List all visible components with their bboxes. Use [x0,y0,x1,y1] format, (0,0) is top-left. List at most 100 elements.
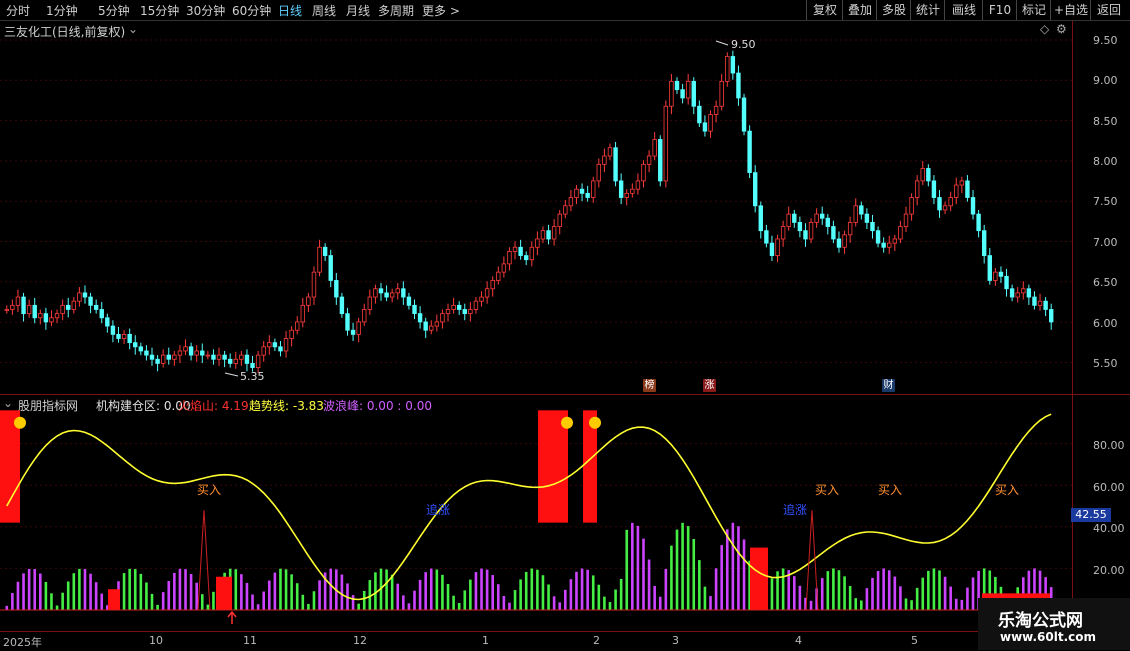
finance-badge[interactable]: 财 [882,379,895,392]
wave-bar [200,594,204,610]
wave-bar [586,569,589,610]
draw-line-button[interactable]: 画线 [944,0,983,20]
mark-button[interactable]: 标记 [1016,0,1051,20]
candle-body [998,271,1004,277]
list-badge[interactable]: 榜 [643,379,656,392]
wave-bar [173,572,176,610]
wave-bar [536,569,539,610]
wave-bar [22,573,25,610]
candle-body [479,296,484,302]
wave-bar [664,568,668,610]
candle-body [965,180,970,198]
wave-bar [558,602,562,610]
wave-bar [686,526,690,610]
candle-body [568,197,574,207]
candle-body [719,80,724,107]
period-tab-15min[interactable]: 15分钟 [140,2,179,19]
candle-body [1026,288,1032,298]
period-tab-more[interactable]: 更多 > [422,2,460,19]
candle-body [166,354,171,360]
wave-bar [39,573,42,610]
wave-bar [519,579,522,610]
wave-bar [374,572,377,610]
candle-body [981,230,987,256]
candle-body [216,354,222,360]
wave-bar [435,569,439,610]
wave-bar [675,529,679,610]
candle-body [786,213,791,227]
period-tab-weekly[interactable]: 周线 [312,2,336,19]
candle-body [814,213,819,223]
wave-bar [832,568,835,610]
candle-body [434,321,440,327]
candle-body [339,296,345,315]
wave-bar [206,604,210,610]
rise-badge[interactable]: 涨 [703,379,716,392]
wave-bar [642,538,645,610]
period-tab-30min[interactable]: 30分钟 [186,2,225,19]
period-tab-daily[interactable]: 日线 [278,2,302,19]
wave-bar [552,596,556,610]
date-tick: 12 [353,634,367,647]
price-tick: 9.50 [1093,34,1118,47]
wave-bar [508,602,511,610]
low-marker-line [224,372,239,377]
candle-body [937,197,942,211]
candle-body [685,80,691,99]
statistics-button[interactable]: 统计 [910,0,945,20]
wave-bar [89,573,92,610]
candle-body [484,288,490,298]
candle-body [127,333,132,344]
buy-signal: 买入 [197,483,222,497]
candle-body [524,255,529,261]
back-button[interactable]: 返回 [1090,0,1127,20]
wave-bar [904,598,908,610]
wave-bar [139,573,143,610]
period-tab-monthly[interactable]: 月线 [346,2,370,19]
candle-body [160,354,166,364]
candle-body [535,238,540,248]
candle-body [362,309,367,323]
add-favorite-button[interactable]: +自选 [1050,0,1091,20]
overlay-button[interactable]: 叠加 [842,0,877,20]
candle-body [144,350,149,356]
smiley-icon [561,416,573,429]
period-tab-1min[interactable]: 1分钟 [46,2,78,19]
price-tick: 8.50 [1093,115,1118,128]
high-price-label: 9.50 [731,38,756,51]
wave-bar [33,568,37,610]
candle-body [82,292,88,298]
candle-body [747,130,752,174]
multi-stock-button[interactable]: 多股 [876,0,911,20]
wave-bar [184,569,187,610]
candle-body [272,342,278,348]
wave-bar [971,577,975,610]
candlestick-chart[interactable] [0,21,1072,394]
f10-button[interactable]: F10 [982,0,1017,20]
candle-body [713,105,719,115]
candle-body [976,213,981,232]
candle-body [825,217,831,227]
wave-bar [692,539,696,610]
candle-body [658,139,663,182]
period-tab-fenshi[interactable]: 分时 [6,2,30,19]
candle-body [334,280,339,298]
wave-bar [351,595,355,610]
wave-bar [279,568,282,610]
indicator-chart[interactable] [0,395,1072,631]
period-tab-60min[interactable]: 60分钟 [232,2,271,19]
smiley-icon [589,416,601,429]
period-tab-5min[interactable]: 5分钟 [98,2,130,19]
period-tab-multi[interactable]: 多周期 [378,2,414,19]
candle-body [205,354,211,357]
candle-body [551,226,557,240]
candle-body [200,350,205,356]
restore-rights-button[interactable]: 复权 [806,0,843,20]
wave-bar [731,522,735,610]
candle-body [445,309,451,315]
candle-body [423,321,428,331]
candle-body [697,105,702,124]
wave-bar [709,596,712,610]
candle-body [870,221,875,232]
candle-body [211,354,216,360]
